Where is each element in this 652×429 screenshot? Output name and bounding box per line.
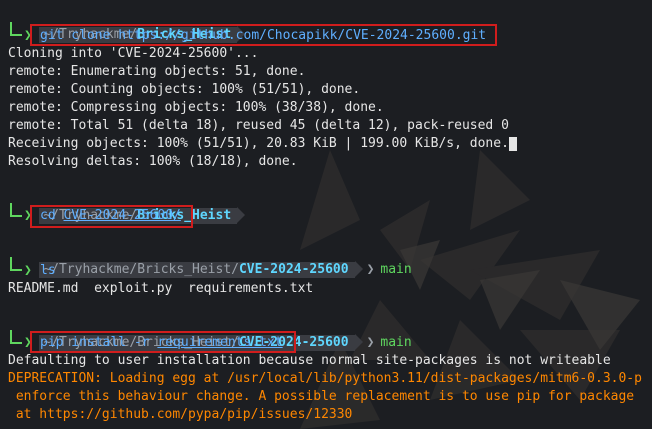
output-line: Resolving deltas: 100% (18/18), done. xyxy=(8,154,298,169)
prompt-arrow-icon xyxy=(354,334,363,350)
warning-line: enforce this behaviour change. A possibl… xyxy=(8,389,635,404)
git-separator-icon: ❯ xyxy=(366,335,375,350)
git-separator-icon: ❯ xyxy=(366,262,375,277)
prompt-arrow-icon xyxy=(237,207,246,223)
prompt-corner-icon xyxy=(10,330,22,344)
output-line: remote: Counting objects: 100% (51/51), … xyxy=(8,82,361,97)
highlight-box xyxy=(30,205,193,228)
output-line: remote: Enumerating objects: 51, done. xyxy=(8,64,306,79)
prompt-chevron-icon: ❯ xyxy=(24,263,32,278)
warning-line: DEPRECATION: Loading egg at /usr/local/l… xyxy=(8,371,642,386)
output-line: remote: Total 51 (delta 18), reused 45 (… xyxy=(8,118,509,133)
prompt-path: ~/Tryhackme/Bricks_Heist/CVE-2024-25600 ❯… xyxy=(8,243,412,278)
git-branch: main xyxy=(380,335,412,350)
highlight-box xyxy=(30,331,296,353)
prompt-corner-icon xyxy=(10,22,22,36)
prompt-arrow-icon xyxy=(354,261,363,277)
output-line: remote: Compressing objects: 100% (38/38… xyxy=(8,100,384,115)
prompt-corner-icon xyxy=(10,203,22,217)
command-line[interactable]: ls xyxy=(40,262,56,280)
warning-line: at https://github.com/pypa/pip/issues/12… xyxy=(8,407,353,422)
output-line: Receiving objects: 100% (51/51), 20.83 K… xyxy=(8,135,517,153)
terminal-window: ~/Tryhackme/Bricks_Heist ❯ git clone htt… xyxy=(0,0,652,429)
output-line: Defaulting to user installation because … xyxy=(8,353,611,368)
path-current: CVE-2024-25600 xyxy=(238,262,349,277)
prompt-corner-icon xyxy=(10,257,22,271)
git-branch: main xyxy=(380,262,412,277)
path-prefix: ~/Tryhackme/Bricks_Heist/ xyxy=(43,262,239,277)
ls-output: README.md exploit.py requirements.txt xyxy=(8,281,314,296)
command-word: ls xyxy=(40,263,56,278)
output-line: Cloning into 'CVE-2024-25600'... xyxy=(8,46,259,61)
output-text: Receiving objects: 100% (51/51), 20.83 K… xyxy=(8,136,509,151)
text-cursor xyxy=(508,136,517,151)
highlight-box xyxy=(30,24,497,46)
